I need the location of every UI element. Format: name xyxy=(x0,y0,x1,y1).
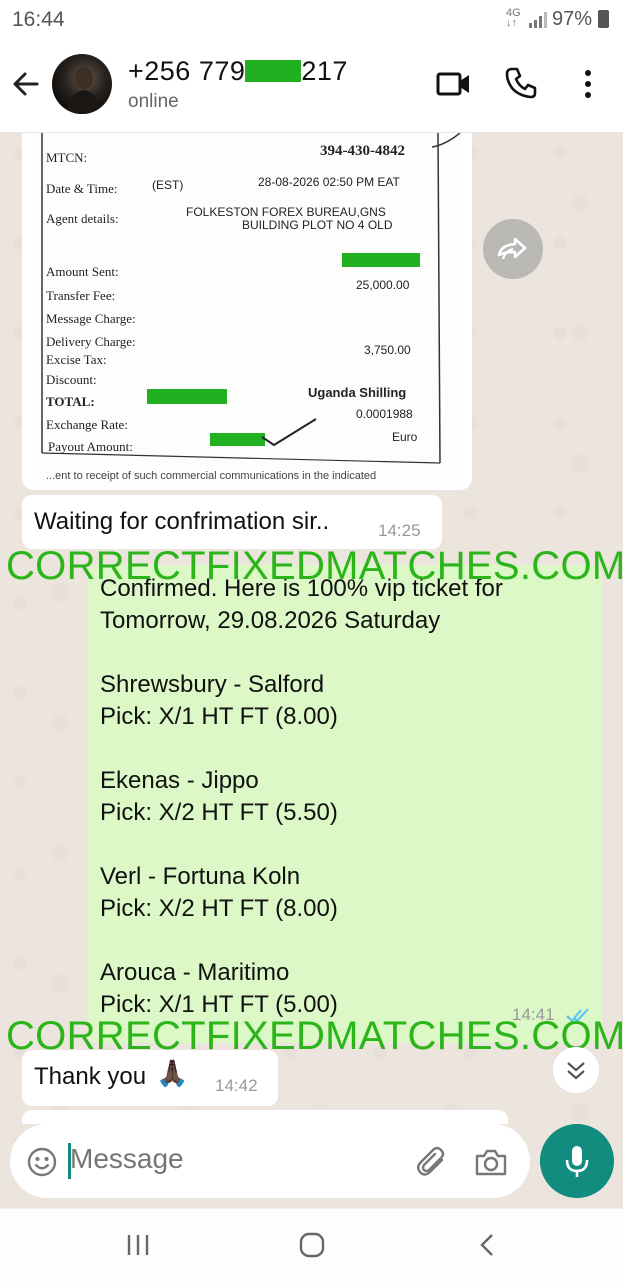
microphone-icon[interactable] xyxy=(540,1124,614,1198)
mtcn-value: 394-430-4842 xyxy=(320,143,405,159)
checkmark-annotation xyxy=(261,418,317,447)
camera-icon[interactable] xyxy=(474,1146,508,1178)
receipt-footer-text: ...ent to receipt of such commercial com… xyxy=(46,470,377,482)
incoming-message-partial xyxy=(22,1110,508,1124)
network-type: 4G ↓↑ xyxy=(506,7,521,29)
payout-currency: Euro xyxy=(392,430,418,444)
amount-sent-label: Amount Sent: xyxy=(46,264,119,279)
agent-line-1: FOLKESTON FOREX BUREAU,GNS xyxy=(186,205,386,219)
smiley-icon[interactable] xyxy=(26,1146,58,1178)
video-camera-icon[interactable] xyxy=(436,68,472,100)
paperclip-icon[interactable] xyxy=(416,1146,448,1178)
more-vertical-icon[interactable] xyxy=(576,68,600,100)
redacted-block xyxy=(147,389,227,404)
double-chevron-down-icon[interactable] xyxy=(553,1047,599,1093)
recents-icon[interactable] xyxy=(124,1232,154,1258)
excise-tax-value: 3,750.00 xyxy=(364,343,411,357)
forward-icon[interactable] xyxy=(483,219,543,279)
datetime-value: 28-08-2026 02:50 PM EAT xyxy=(258,175,400,189)
transfer-fee-value: 25,000.00 xyxy=(356,278,410,292)
message-charge-label: Message Charge: xyxy=(46,311,136,326)
phone-icon[interactable] xyxy=(504,66,538,100)
excise-tax-label: Excise Tax: xyxy=(46,352,107,367)
nav-back-icon[interactable] xyxy=(476,1232,500,1258)
message-text: Confirmed. Here is 100% vip ticket for T… xyxy=(100,575,503,1018)
incoming-message[interactable]: Waiting for confrimation sir.. 14:25 xyxy=(22,495,442,549)
image-message[interactable]: MTCN: 394-430-4842 Date & Time: (EST) 28… xyxy=(22,133,472,490)
outgoing-message[interactable]: Confirmed. Here is 100% vip ticket for T… xyxy=(88,565,602,1043)
total-label: TOTAL: xyxy=(46,394,95,409)
mtcn-label: MTCN: xyxy=(46,150,88,165)
agent-line-2: BUILDING PLOT NO 4 OLD xyxy=(242,218,393,232)
message-time: 14:42 xyxy=(215,1076,258,1095)
arrow-left-icon[interactable] xyxy=(10,68,42,100)
avatar[interactable] xyxy=(52,54,112,114)
message-time: 14:25 xyxy=(378,521,421,540)
signal-icon xyxy=(529,12,547,28)
redacted-block xyxy=(342,253,420,267)
home-icon[interactable] xyxy=(298,1231,326,1259)
delivery-charge-label: Delivery Charge: xyxy=(46,334,136,349)
currency-label: Uganda Shilling xyxy=(308,385,407,400)
agent-label: Agent details: xyxy=(46,211,119,226)
exchange-rate-label: Exchange Rate: xyxy=(46,417,128,432)
battery-level: 97% xyxy=(552,8,593,30)
redacted-block xyxy=(210,433,265,446)
message-input[interactable] xyxy=(70,1143,400,1175)
message-text: Waiting for confrimation sir.. xyxy=(34,508,330,535)
transfer-fee-label: Transfer Fee: xyxy=(46,288,116,303)
status-time: 16:44 xyxy=(12,8,65,31)
message-text: Thank you xyxy=(34,1063,147,1090)
contact-name[interactable]: +256 779 217 xyxy=(128,56,348,87)
discount-label: Discount: xyxy=(46,372,97,387)
redacted-block xyxy=(245,60,302,82)
exchange-rate-value: 0.0001988 xyxy=(356,407,413,421)
payout-label: Payout Amount: xyxy=(48,439,133,454)
receipt-image: MTCN: 394-430-4842 Date & Time: (EST) 28… xyxy=(32,133,462,483)
folded-hands-emoji: 🙏🏿 xyxy=(156,1058,189,1088)
contact-status: online xyxy=(128,91,179,112)
datetime-label: Date & Time: xyxy=(46,181,118,196)
datetime-zone: (EST) xyxy=(152,178,184,192)
battery-icon xyxy=(598,10,609,28)
incoming-message[interactable]: Thank you 🙏🏿 14:42 xyxy=(22,1050,278,1106)
watermark-text: CORRECTFIXEDMATCHES.COM xyxy=(6,544,623,588)
